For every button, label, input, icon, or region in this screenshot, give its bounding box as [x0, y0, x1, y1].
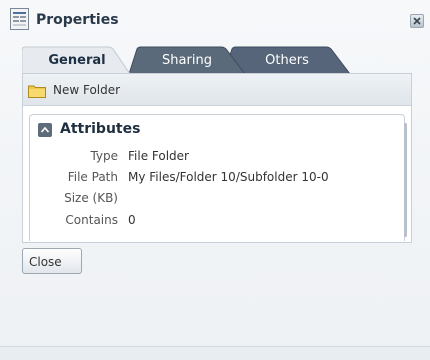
- dialog-title: Properties: [36, 12, 119, 28]
- dialog-footer: [0, 346, 430, 360]
- attribute-row-type: Type File Folder: [30, 149, 400, 167]
- title-bar: Properties: [0, 0, 430, 40]
- attribute-label: Type: [90, 149, 118, 163]
- attribute-row-contains: Contains 0: [30, 213, 400, 231]
- attribute-row-file-path: File Path My Files/Folder 10/Subfolder 1…: [30, 170, 400, 188]
- attribute-label: Contains: [65, 213, 118, 227]
- close-button[interactable]: Close: [22, 248, 82, 274]
- folder-name: New Folder: [53, 83, 121, 97]
- attribute-label: Size (KB): [64, 191, 118, 205]
- tab-label-general: General: [48, 53, 106, 68]
- attribute-label: File Path: [67, 170, 118, 184]
- attribute-value: My Files/Folder 10/Subfolder 10-0: [128, 170, 329, 184]
- tab-sharing[interactable]: Sharing: [127, 46, 247, 74]
- tab-label-others: Others: [265, 53, 309, 68]
- tab-general[interactable]: General: [22, 46, 132, 74]
- general-panel: New Folder Attributes Type File Folder F…: [22, 73, 412, 243]
- properties-dialog: Properties Others Sharing General New Fo…: [0, 0, 430, 360]
- properties-icon: [10, 8, 29, 30]
- attributes-title: Attributes: [60, 121, 141, 137]
- close-icon[interactable]: [410, 14, 424, 28]
- attribute-row-size: Size (KB): [30, 191, 400, 209]
- folder-icon: [28, 85, 46, 98]
- folder-header: New Folder: [23, 74, 411, 106]
- attributes-section: Attributes Type File Folder File Path My…: [29, 114, 407, 241]
- tab-bar: Others Sharing General: [22, 46, 352, 74]
- attribute-value: File Folder: [128, 149, 189, 163]
- tab-label-sharing: Sharing: [162, 53, 212, 68]
- attribute-value: 0: [128, 213, 136, 227]
- collapse-toggle-icon[interactable]: [38, 123, 52, 137]
